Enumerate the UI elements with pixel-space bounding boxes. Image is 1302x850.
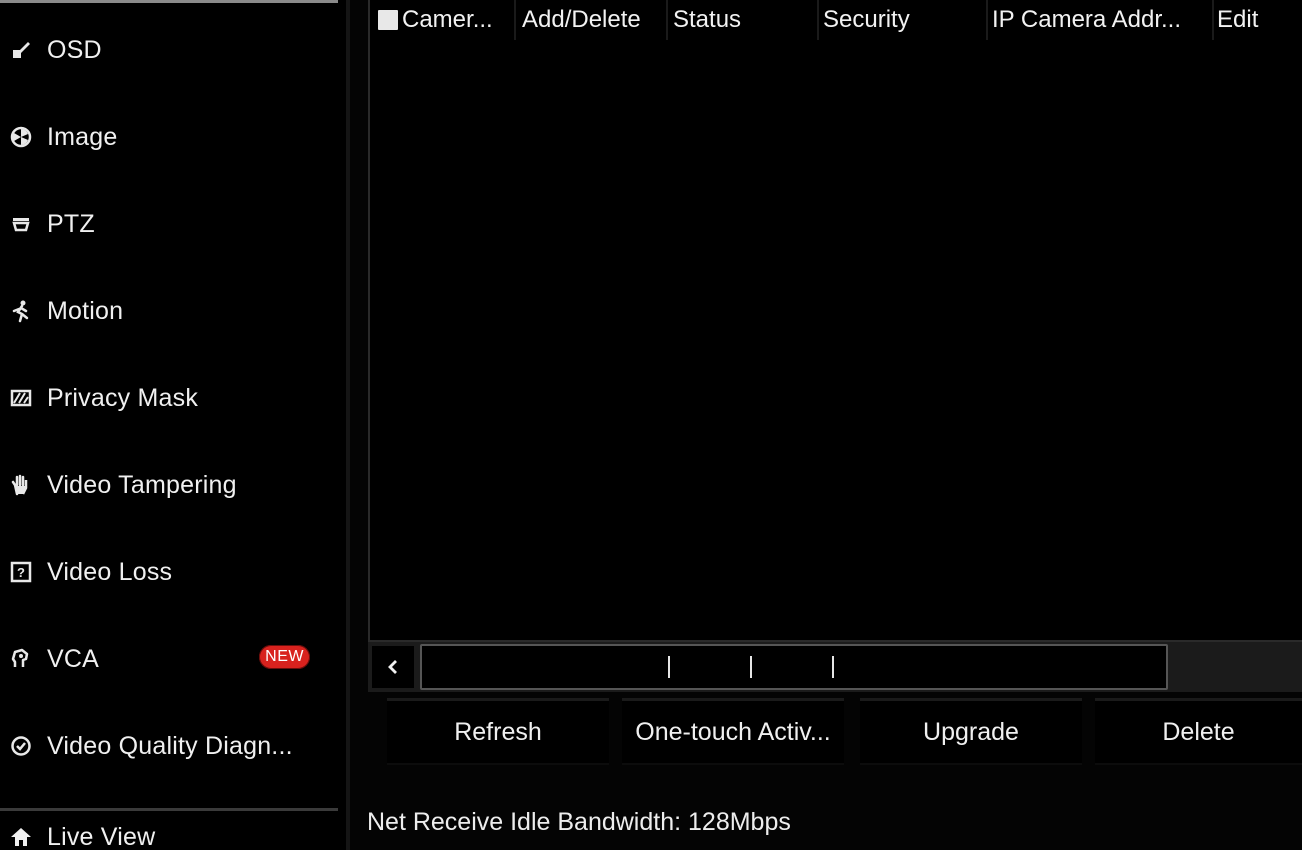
column-label: Security [823,6,910,33]
column-label: Status [673,6,742,33]
sidebar-item-label: Motion [47,296,124,325]
sidebar-item-motion[interactable]: Motion [0,281,340,341]
sidebar: OSD Image PTZ Motion Privacy Mask Video … [0,0,346,850]
app-window: OSD Image PTZ Motion Privacy Mask Video … [0,0,1302,850]
new-badge: NEW [259,645,310,669]
svg-text:?: ? [17,565,25,580]
column-header-ip-camera-address[interactable]: IP Camera Addr... [992,0,1214,40]
video-tampering-icon [8,472,34,498]
home-icon [8,824,34,850]
sidebar-item-osd[interactable]: OSD [0,20,340,80]
scroll-track[interactable] [420,644,1168,690]
column-header-edit[interactable]: Edit [1217,0,1297,40]
column-header-status[interactable]: Status [673,0,819,40]
ptz-icon [8,211,34,237]
vca-icon [8,646,34,672]
scroll-tick [832,656,834,678]
delete-button-label: Delete [1162,717,1235,746]
bandwidth-status: Net Receive Idle Bandwidth: 128Mbps [367,808,791,836]
sidebar-item-label: Privacy Mask [47,383,199,412]
sidebar-bottom-divider [0,808,338,811]
one-touch-button-label: One-touch Activ... [635,717,831,746]
sidebar-item-video-loss[interactable]: ? Video Loss [0,542,340,602]
column-header-add-delete[interactable]: Add/Delete [522,0,668,40]
live-view-label: Live View [47,822,156,850]
sidebar-item-image[interactable]: Image [0,107,340,167]
column-header-security[interactable]: Security [823,0,988,40]
camera-table: Camer... Add/Delete Status Security IP C… [368,0,1302,640]
sidebar-item-video-quality-diagnostics[interactable]: Video Quality Diagn... [0,716,340,776]
one-touch-activate-button[interactable]: One-touch Activ... [622,698,844,763]
column-header-camera[interactable]: Camer... [378,0,516,40]
sidebar-item-ptz[interactable]: PTZ [0,194,340,254]
sidebar-item-label: PTZ [47,209,95,238]
chevron-left-icon [388,660,397,674]
upgrade-button[interactable]: Upgrade [860,698,1082,763]
sidebar-item-vca[interactable]: VCA NEW [0,629,340,689]
refresh-button-label: Refresh [454,717,542,746]
delete-button[interactable]: Delete [1095,698,1302,763]
column-label: Camer... [402,6,493,33]
horizontal-scrollbar[interactable] [368,640,1302,692]
image-icon [8,124,34,150]
scroll-tick [750,656,752,678]
sidebar-item-label: OSD [47,35,102,64]
osd-icon [8,37,34,63]
upgrade-button-label: Upgrade [923,717,1019,746]
live-view-button[interactable]: Live View [0,812,340,850]
video-loss-icon: ? [8,559,34,585]
column-label: IP Camera Addr... [992,6,1181,33]
sidebar-item-label: VCA [47,644,100,673]
sidebar-top-divider [0,0,338,3]
column-label: Add/Delete [522,6,641,33]
column-label: Edit [1217,6,1259,33]
sidebar-item-privacy-mask[interactable]: Privacy Mask [0,368,340,428]
select-all-checkbox[interactable] [378,10,398,30]
sidebar-item-label: Video Tampering [47,470,237,499]
main-panel: Camer... Add/Delete Status Security IP C… [350,0,1302,850]
sidebar-item-video-tampering[interactable]: Video Tampering [0,455,340,515]
sidebar-item-label: Video Loss [47,557,173,586]
scroll-left-button[interactable] [372,646,414,688]
sidebar-item-label: Video Quality Diagn... [47,731,293,760]
motion-icon [8,298,34,324]
scroll-tick [668,656,670,678]
refresh-button[interactable]: Refresh [387,698,609,763]
video-quality-icon [8,733,34,759]
privacy-mask-icon [8,385,34,411]
sidebar-item-label: Image [47,122,118,151]
